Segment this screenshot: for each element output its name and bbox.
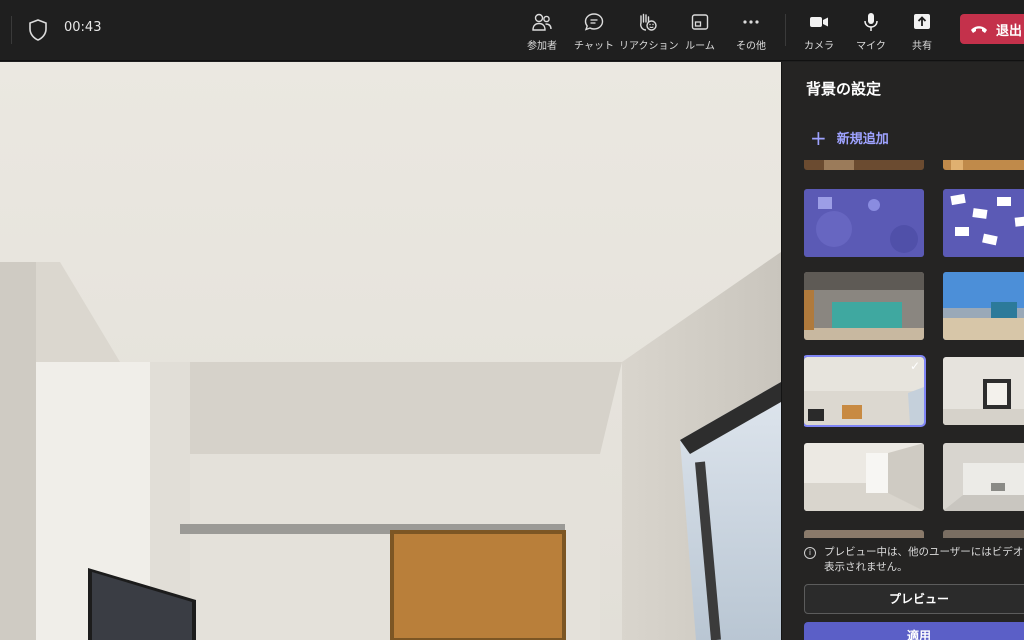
background-thumbnail[interactable] bbox=[804, 160, 924, 170]
share-button[interactable]: 共有 bbox=[894, 11, 950, 55]
background-thumbnail[interactable] bbox=[804, 530, 924, 538]
reaction-label: リアクション bbox=[619, 41, 679, 52]
camera-label: カメラ bbox=[804, 41, 834, 52]
self-video-feed bbox=[0, 62, 781, 640]
checkmark-icon: ✓ bbox=[909, 359, 920, 373]
room-background-image bbox=[0, 62, 781, 640]
chat-label: チャット bbox=[574, 41, 614, 52]
share-icon bbox=[914, 14, 930, 29]
preview-button[interactable]: プレビュー bbox=[804, 584, 1024, 614]
shield-icon[interactable] bbox=[28, 19, 48, 41]
info-icon: i bbox=[804, 547, 816, 559]
background-thumbnail[interactable] bbox=[943, 357, 1024, 425]
chat-button[interactable]: チャット bbox=[566, 11, 622, 55]
background-thumbnail[interactable] bbox=[804, 272, 924, 340]
more-button[interactable]: その他 bbox=[723, 11, 779, 55]
background-thumbnail[interactable] bbox=[804, 443, 924, 511]
camera-icon bbox=[810, 17, 828, 27]
add-new-button[interactable]: + 新規追加 bbox=[810, 125, 889, 150]
hangup-icon bbox=[971, 26, 987, 33]
people-icon bbox=[532, 13, 552, 31]
divider bbox=[11, 16, 12, 44]
background-thumbnail[interactable] bbox=[943, 160, 1024, 170]
plus-icon: + bbox=[810, 125, 827, 150]
background-thumbnail[interactable] bbox=[943, 272, 1024, 340]
rooms-button[interactable]: ルーム bbox=[672, 11, 728, 55]
camera-button[interactable]: カメラ bbox=[791, 11, 847, 55]
mic-label: マイク bbox=[856, 41, 886, 52]
reaction-button[interactable]: リアクション bbox=[619, 11, 679, 55]
meeting-timer: 00:43 bbox=[64, 20, 102, 35]
leave-label: 退出 bbox=[996, 23, 1023, 39]
more-icon bbox=[743, 20, 759, 24]
background-thumbnail[interactable] bbox=[943, 189, 1024, 257]
mic-button[interactable]: マイク bbox=[843, 11, 899, 55]
apply-button[interactable]: 適用 bbox=[804, 622, 1024, 640]
background-grid[interactable]: ✓ bbox=[804, 160, 1024, 538]
background-thumbnail[interactable] bbox=[804, 189, 924, 257]
share-label: 共有 bbox=[912, 41, 932, 52]
divider bbox=[785, 14, 786, 46]
people-label: 参加者 bbox=[527, 41, 557, 52]
background-settings-panel: 背景の設定 + 新規追加 ✓ i プレビュー中は、他のユーザーにはビデオは表示さ… bbox=[781, 62, 1024, 640]
rooms-icon bbox=[691, 14, 709, 30]
leave-button[interactable]: 退出 bbox=[960, 14, 1024, 44]
add-new-label: 新規追加 bbox=[836, 132, 889, 147]
mic-icon bbox=[864, 13, 878, 31]
preview-notice: i プレビュー中は、他のユーザーにはビデオは表示されません。 bbox=[804, 545, 1024, 575]
panel-title: 背景の設定 bbox=[806, 80, 882, 98]
background-thumbnail[interactable] bbox=[943, 530, 1024, 538]
preview-notice-text: プレビュー中は、他のユーザーにはビデオは表示されません。 bbox=[824, 546, 1024, 573]
meeting-toolbar: 00:43 参加者 チャット リアクション ルーム その他 カメラ マイク 共有… bbox=[0, 0, 1024, 61]
background-thumbnail[interactable] bbox=[943, 443, 1024, 511]
people-button[interactable]: 参加者 bbox=[514, 11, 570, 55]
rooms-label: ルーム bbox=[685, 41, 715, 52]
chat-icon bbox=[584, 13, 604, 31]
background-thumbnail-selected[interactable]: ✓ bbox=[804, 355, 926, 427]
more-label: その他 bbox=[736, 41, 766, 52]
reaction-icon bbox=[640, 13, 657, 31]
